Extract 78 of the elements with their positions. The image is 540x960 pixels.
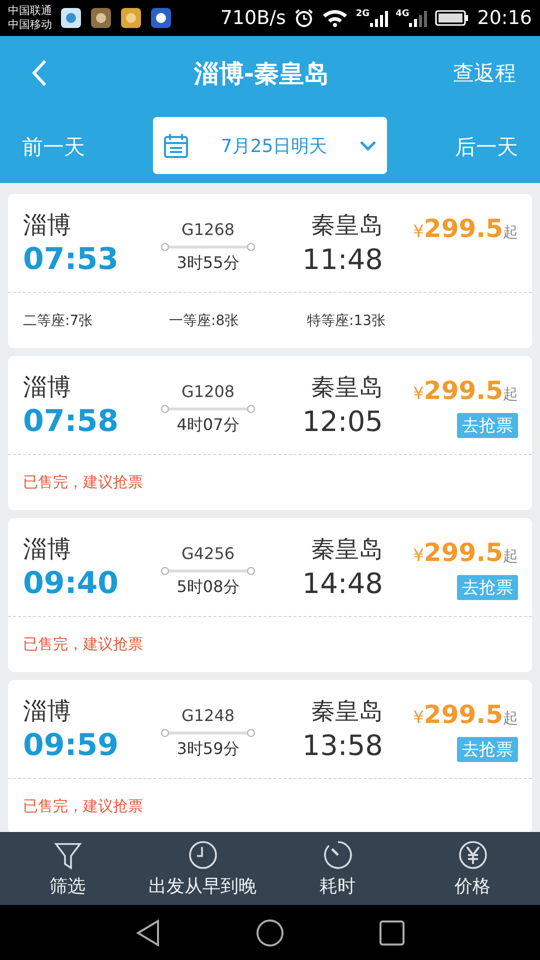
seat-availability: 二等座:7张 (23, 312, 94, 330)
price-suffix: 起 (503, 547, 518, 566)
app-icon (120, 7, 142, 29)
sort-tab[interactable]: 筛选 (0, 832, 135, 905)
back-triangle-icon[interactable] (135, 918, 161, 946)
departure-time: 09:59 (23, 727, 118, 765)
train-number: G4256 (181, 544, 235, 564)
departure-time: 07:53 (23, 241, 118, 279)
sold-out-notice: 已售完，建议抢票 (23, 797, 144, 816)
ticket-price: 299.5 (424, 214, 503, 243)
travel-duration: 4时07分 (176, 415, 240, 435)
train-card[interactable]: 淄博 07:53 G1268 3时55分 秦皇岛 11:48 ¥299.5起 二等座:7张 一等座:8张 特等座:13张 (8, 194, 532, 348)
sold-out-notice: 已售完，建议抢票 (23, 473, 144, 492)
network-type: 2G (356, 9, 370, 19)
status-time: 20:16 (477, 7, 532, 29)
price-suffix: 起 (503, 385, 518, 404)
calendar-icon (163, 132, 189, 158)
ticket-price: 299.5 (424, 538, 503, 567)
arrival-station: 秦皇岛 (311, 696, 383, 726)
departure-station: 淄博 (23, 372, 71, 402)
carrier-name: 中国移动 (8, 18, 52, 32)
currency-sign: ¥ (413, 546, 424, 566)
train-number: G1268 (181, 220, 235, 240)
departure-station: 淄博 (23, 210, 71, 240)
arrival-station: 秦皇岛 (311, 534, 383, 564)
currency-sign: ¥ (413, 708, 424, 728)
page-title: 淄博-秦皇岛 (192, 58, 330, 90)
app-icon (60, 7, 82, 29)
sort-tab[interactable]: 出发从早到晚 (135, 832, 270, 905)
yen-icon (458, 840, 488, 870)
arrival-time: 11:48 (302, 242, 383, 278)
arrival-time: 13:58 (302, 728, 383, 764)
wifi-icon (322, 8, 348, 28)
price-suffix: 起 (503, 223, 518, 242)
battery-icon (435, 9, 470, 27)
travel-duration: 3时55分 (176, 253, 240, 273)
travel-duration: 3时59分 (176, 739, 240, 759)
app-icon (90, 7, 112, 29)
timer-icon (322, 840, 352, 870)
seat-availability: 特等座:13张 (307, 312, 387, 330)
recents-square-icon[interactable] (379, 920, 405, 946)
app-icon (150, 7, 172, 29)
departure-time: 09:40 (23, 565, 118, 603)
alarm-icon (294, 8, 314, 28)
ticket-price: 299.5 (424, 700, 503, 729)
sold-out-notice: 已售完，建议抢票 (23, 635, 144, 654)
network-speed: 710B/s (220, 7, 286, 29)
departure-station: 淄博 (23, 696, 71, 726)
route-line-icon (160, 242, 256, 252)
train-card[interactable]: 淄博 09:40 G4256 5时08分 秦皇岛 14:48 ¥299.5起 去抢票 已售完，建议抢票 (8, 518, 532, 672)
train-number: G1208 (181, 382, 235, 402)
price-suffix: 起 (503, 709, 518, 728)
travel-duration: 5时08分 (176, 577, 240, 597)
currency-sign: ¥ (413, 222, 424, 242)
departure-time: 07:58 (23, 403, 118, 441)
route-line-icon (160, 728, 256, 738)
departure-station: 淄博 (23, 534, 71, 564)
route-line-icon (160, 404, 256, 414)
arrival-time: 12:05 (302, 404, 383, 440)
train-card[interactable]: 淄博 07:58 G1208 4时07分 秦皇岛 12:05 ¥299.5起 去抢票 已售完，建议抢票 (8, 356, 532, 510)
arrival-time: 14:48 (302, 566, 383, 602)
arrival-station: 秦皇岛 (311, 372, 383, 402)
signal-icon (370, 9, 388, 27)
currency-sign: ¥ (413, 384, 424, 404)
arrival-station: 秦皇岛 (311, 210, 383, 240)
route-line-icon (160, 566, 256, 576)
sort-tab[interactable]: 耗时 (270, 832, 405, 905)
carrier-name: 中国联通 (8, 4, 52, 18)
train-number: G1248 (181, 706, 235, 726)
ticket-price: 299.5 (424, 376, 503, 405)
signal-icon (409, 9, 428, 27)
chevron-down-icon (359, 140, 377, 152)
clock-icon (188, 840, 218, 870)
home-circle-icon[interactable] (256, 918, 284, 946)
sort-tab[interactable]: 价格 (405, 832, 540, 905)
network-type: 4G (396, 9, 410, 19)
seat-availability: 一等座:8张 (169, 312, 240, 330)
train-card[interactable]: 淄博 09:59 G1248 3时59分 秦皇岛 13:58 ¥299.5起 去抢票 已售完，建议抢票 (8, 680, 532, 832)
